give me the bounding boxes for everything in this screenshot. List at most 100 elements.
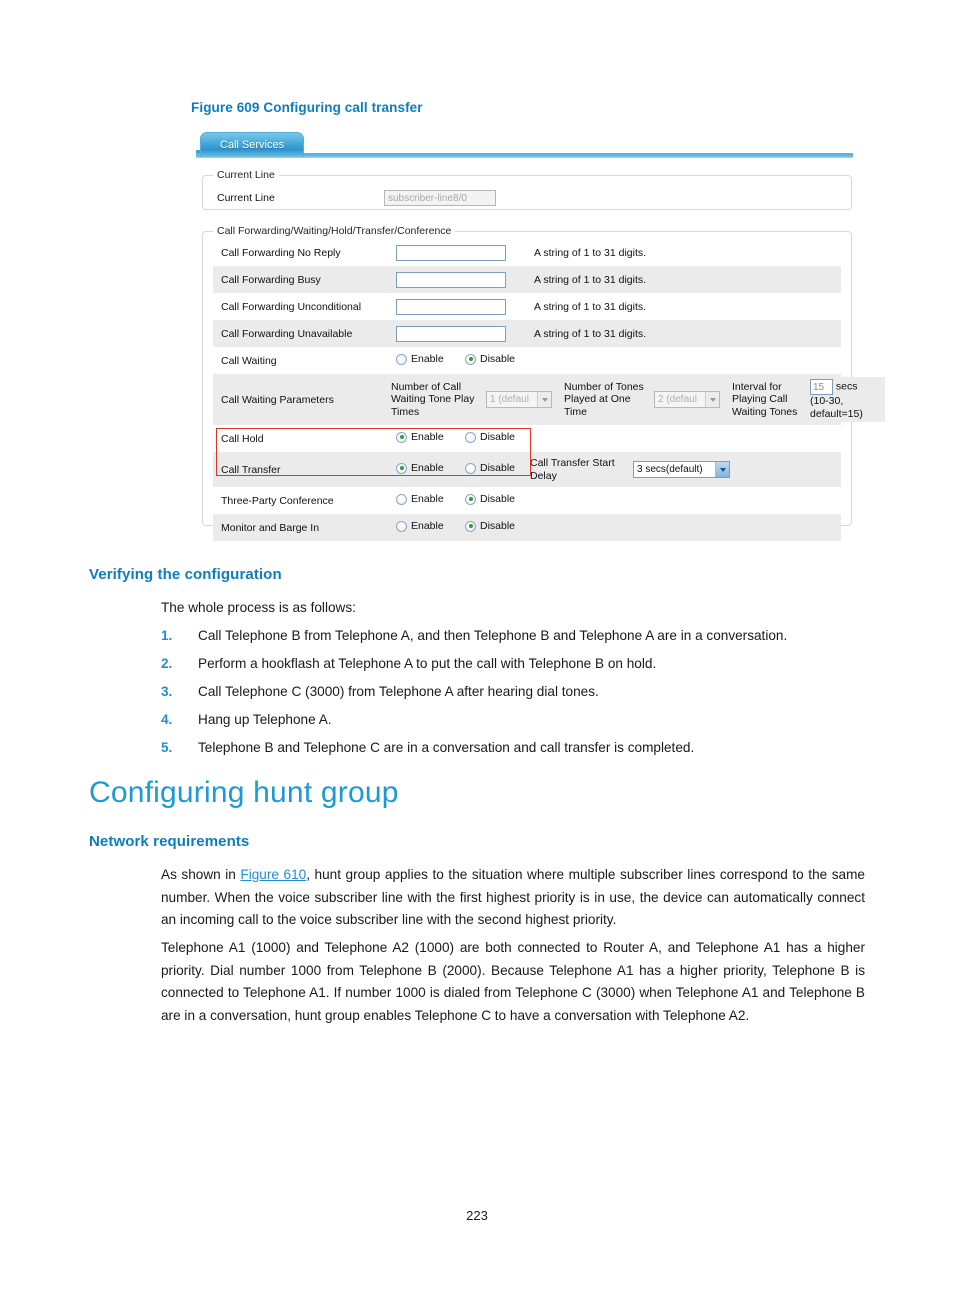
radio-circle-icon — [396, 520, 407, 532]
radio-circle-icon — [396, 493, 407, 505]
hint-cf-busy: A string of 1 to 31 digits. — [526, 266, 841, 293]
radio-circle-icon — [396, 353, 407, 365]
table-row-call-waiting: Call Waiting Enable Disable — [213, 347, 841, 374]
cf-busy-input[interactable] — [396, 271, 506, 288]
cf-unconditional-input[interactable] — [396, 298, 506, 315]
tones-at-once-label: Number of Tones Played at One Time — [561, 377, 651, 422]
chevron-down-icon — [537, 392, 551, 407]
radio-label: Disable — [480, 462, 516, 475]
row-label-cf-unavailable: Call Forwarding Unavailable — [213, 320, 388, 347]
step-number: 1. — [161, 628, 173, 643]
radio-circle-icon — [465, 520, 476, 532]
call-transfer-enable-radio[interactable]: Enable — [396, 462, 444, 474]
call-features-table: Call Forwarding No Reply A string of 1 t… — [213, 239, 885, 541]
radio-circle-icon — [465, 462, 476, 474]
call-waiting-spacer — [526, 347, 841, 374]
table-row-cf-no-reply: Call Forwarding No Reply A string of 1 t… — [213, 239, 841, 266]
row-label-cf-unconditional: Call Forwarding Unconditional — [213, 293, 388, 320]
tone-play-times-select[interactable]: 1 (defaul — [486, 391, 552, 408]
radio-label: Disable — [480, 353, 516, 366]
current-line-row: Current Line — [203, 181, 851, 211]
radio-label: Enable — [411, 353, 444, 366]
step-text: Call Telephone C (3000) from Telephone A… — [198, 684, 599, 699]
step-number: 5. — [161, 740, 173, 755]
table-row-call-waiting-params: Call Waiting Parameters Number of Call W… — [213, 374, 885, 425]
current-line-label: Current Line — [217, 192, 275, 204]
cf-no-reply-input[interactable] — [396, 244, 506, 261]
cf-unavailable-input[interactable] — [396, 325, 506, 342]
interval-unit: secs — [835, 380, 858, 393]
tab-call-services[interactable]: Call Services — [200, 132, 304, 157]
call-waiting-enable-radio[interactable]: Enable — [396, 353, 444, 365]
call-hold-disable-radio[interactable]: Disable — [465, 431, 515, 443]
list-item: 5. Telephone B and Telephone C are in a … — [161, 737, 871, 760]
step-text: Perform a hookflash at Telephone A to pu… — [198, 656, 657, 671]
row-label-three-party: Three-Party Conference — [213, 487, 388, 514]
tones-at-once-select[interactable]: 2 (defaul — [654, 391, 720, 408]
step-text: Hang up Telephone A. — [198, 712, 332, 727]
page-title: Configuring hunt group — [89, 776, 399, 809]
call-features-legend: Call Forwarding/Waiting/Hold/Transfer/Co… — [217, 225, 452, 237]
verifying-intro-paragraph: The whole process is as follows: — [161, 600, 356, 615]
table-row-cf-busy: Call Forwarding Busy A string of 1 to 31… — [213, 266, 841, 293]
heading-network-requirements: Network requirements — [89, 833, 250, 850]
current-line-input[interactable] — [384, 190, 496, 206]
hint-cf-unavailable: A string of 1 to 31 digits. — [526, 320, 841, 347]
transfer-delay-select[interactable]: 3 secs(default) — [633, 461, 730, 478]
radio-label: Disable — [480, 493, 516, 506]
row-label-call-hold: Call Hold — [213, 425, 388, 452]
row-label-cf-no-reply: Call Forwarding No Reply — [213, 239, 388, 266]
radio-label: Enable — [411, 431, 444, 444]
row-label-call-transfer: Call Transfer — [213, 452, 388, 487]
step-number: 3. — [161, 684, 173, 699]
call-hold-enable-radio[interactable]: Enable — [396, 431, 444, 443]
radio-label: Disable — [480, 431, 516, 444]
radio-circle-icon — [396, 462, 407, 474]
monitor-barge-spacer — [526, 514, 841, 541]
step-number: 2. — [161, 656, 173, 671]
step-text: Call Telephone B from Telephone A, and t… — [198, 628, 788, 643]
step-text: Telephone B and Telephone C are in a con… — [198, 740, 695, 755]
interval-input[interactable] — [810, 379, 833, 395]
three-party-spacer — [526, 487, 841, 514]
figure-caption: Figure 609 Configuring call transfer — [191, 100, 423, 115]
hint-cf-unconditional: A string of 1 to 31 digits. — [526, 293, 841, 320]
interval-hint: (10-30, default=15) — [810, 395, 863, 420]
radio-label: Enable — [411, 462, 444, 475]
monitor-barge-disable-radio[interactable]: Disable — [465, 520, 515, 532]
row-label-monitor-barge: Monitor and Barge In — [213, 514, 388, 541]
three-party-disable-radio[interactable]: Disable — [465, 493, 515, 505]
transfer-delay-label: Call Transfer Start Delay — [526, 455, 629, 484]
radio-circle-icon — [396, 431, 407, 443]
radio-label: Disable — [480, 520, 516, 533]
table-row-monitor-barge: Monitor and Barge In Enable Disable — [213, 514, 841, 541]
row-label-call-waiting: Call Waiting — [213, 347, 388, 374]
three-party-enable-radio[interactable]: Enable — [396, 493, 444, 505]
chevron-down-icon — [705, 392, 719, 407]
tab-strip: Call Services — [196, 131, 859, 158]
step-number: 4. — [161, 712, 173, 727]
table-row-cf-unconditional: Call Forwarding Unconditional A string o… — [213, 293, 841, 320]
hint-cf-no-reply: A string of 1 to 31 digits. — [526, 239, 841, 266]
figure-610-link[interactable]: Figure 610 — [240, 867, 306, 882]
hunt-group-paragraph-2: Telephone A1 (1000) and Telephone A2 (10… — [161, 940, 865, 1023]
chevron-down-icon — [715, 462, 729, 477]
table-row-three-party: Three-Party Conference Enable Disable — [213, 487, 841, 514]
verification-step-list: 1. Call Telephone B from Telephone A, an… — [161, 625, 871, 765]
list-item: 1. Call Telephone B from Telephone A, an… — [161, 625, 871, 648]
row-label-call-waiting-params: Call Waiting Parameters — [213, 374, 388, 425]
table-row-call-hold: Call Hold Enable Disable — [213, 425, 841, 452]
select-value: 3 secs(default) — [637, 464, 703, 475]
row-label-cf-busy: Call Forwarding Busy — [213, 266, 388, 293]
call-hold-spacer — [526, 425, 841, 452]
radio-circle-icon — [465, 431, 476, 443]
call-waiting-disable-radio[interactable]: Disable — [465, 353, 515, 365]
radio-label: Enable — [411, 520, 444, 533]
list-item: 4. Hang up Telephone A. — [161, 709, 871, 732]
call-transfer-disable-radio[interactable]: Disable — [465, 462, 515, 474]
current-line-panel: Current Line Current Line — [202, 169, 852, 210]
list-item: 3. Call Telephone C (3000) from Telephon… — [161, 681, 871, 704]
table-row-cf-unavailable: Call Forwarding Unavailable A string of … — [213, 320, 841, 347]
monitor-barge-enable-radio[interactable]: Enable — [396, 520, 444, 532]
interval-label: Interval for Playing Call Waiting Tones — [729, 377, 807, 422]
